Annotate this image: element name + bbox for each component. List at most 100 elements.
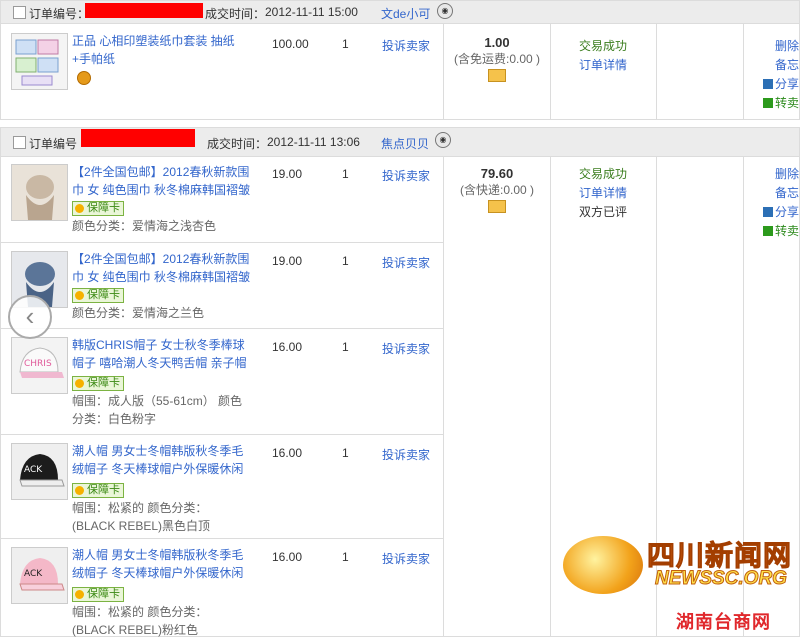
complain-seller-link[interactable]: 投诉卖家	[382, 340, 430, 357]
tissue-pack-image	[15, 39, 59, 86]
share-link[interactable]: 分享	[743, 203, 799, 222]
order-header: 订单编号： 成交时间： 2012-11-11 15:00 文de小可 ◉	[1, 1, 799, 24]
deal-time-label: 成交时间：	[205, 7, 266, 21]
cap-image: CHRIS	[12, 338, 67, 393]
complain-seller-link[interactable]: 投诉卖家	[382, 37, 430, 54]
delete-link[interactable]: 删除	[743, 37, 799, 56]
order-item: 正品 心相印塑装纸巾套装 抽纸+手帕纸 100.00 1 投诉卖家	[1, 23, 443, 120]
complain-seller-link[interactable]: 投诉卖家	[382, 550, 430, 567]
quantity: 1	[342, 340, 349, 354]
product-thumbnail[interactable]	[11, 164, 68, 221]
divider	[550, 23, 551, 119]
status-success: 交易成功	[579, 167, 628, 181]
remark-link[interactable]: 备忘	[743, 184, 799, 203]
order-item: 【2件全国包邮】2012春秋新款围巾 女 纯色围巾 秋冬棉麻韩国褶皱 保障卡 颜…	[1, 243, 443, 329]
unit-price: 16.00	[272, 446, 303, 460]
unit-price: 19.00	[272, 167, 303, 181]
unit-price: 100.00	[272, 37, 309, 51]
order-item: ACK 潮人帽 男女士冬帽韩版秋冬季毛绒帽子 冬天棒球帽户外保暖休闲 保障卡 帽…	[1, 435, 443, 539]
divider	[443, 156, 444, 636]
product-title[interactable]: 潮人帽 男女士冬帽韩版秋冬季毛绒帽子 冬天棒球帽户外保暖休闲	[72, 442, 252, 478]
sku-attribute: 帽围：成人版（55-61cm） 颜色分类：白色粉字	[72, 394, 243, 426]
secondary-watermark: 湖南台商网	[676, 612, 771, 632]
order-detail-link[interactable]: 订单详情	[579, 56, 627, 75]
order-header: 订单编号 成交时间： 2012-11-11 13:06 焦点贝贝 ◉	[1, 128, 799, 157]
scarf-image	[12, 165, 67, 220]
deal-time: 2012-11-11 15:00	[265, 5, 358, 19]
chat-icon[interactable]: ◉	[435, 132, 451, 148]
guarantee-badge[interactable]: 保障卡	[72, 483, 124, 498]
divider	[656, 23, 657, 119]
order-checkbox[interactable]	[13, 6, 26, 19]
redacted-order-number	[81, 129, 195, 147]
guarantee-badge[interactable]: 保障卡	[72, 376, 124, 391]
product-title[interactable]: 【2件全国包邮】2012春秋新款围巾 女 纯色围巾 秋冬棉麻韩国褶皱	[72, 163, 252, 199]
guarantee-badge-row: 保障卡	[72, 482, 124, 498]
resell-link[interactable]: 转卖	[743, 222, 799, 241]
share-link[interactable]: 分享	[743, 75, 799, 94]
deal-time: 2012-11-11 13:06	[267, 135, 360, 149]
complain-seller-link[interactable]: 投诉卖家	[382, 254, 430, 271]
order-item: 【2件全国包邮】2012春秋新款围巾 女 纯色围巾 秋冬棉麻韩国褶皱 保障卡 颜…	[1, 156, 443, 243]
quantity: 1	[342, 37, 349, 51]
unit-price: 16.00	[272, 550, 303, 564]
guarantee-badge-row: 保障卡	[72, 375, 124, 391]
newssc-watermark: 四川新闻网 NEWSSC.ORG	[563, 530, 800, 600]
product-thumbnail[interactable]: ACK	[11, 443, 68, 500]
guarantee-badge[interactable]: 保障卡	[72, 201, 124, 216]
order-checkbox[interactable]	[13, 136, 26, 149]
svg-text:ACK: ACK	[24, 465, 43, 475]
shipping-note: (含免运费:0.00 )	[453, 52, 541, 66]
payment-icon	[488, 69, 506, 82]
order-operations: 删除 备忘 分享 转卖	[743, 37, 799, 113]
delete-link[interactable]: 删除	[743, 165, 799, 184]
trade-status: 交易成功 订单详情 双方已评	[579, 165, 627, 222]
rating-status: 双方已评	[579, 205, 628, 219]
svg-text:ACK: ACK	[24, 569, 43, 579]
sku-attribute: 颜色分类：爱情海之兰色	[72, 306, 205, 320]
guarantee-badge-row: 保障卡	[72, 287, 124, 303]
complain-seller-link[interactable]: 投诉卖家	[382, 446, 430, 463]
quantity: 1	[342, 167, 349, 181]
quantity: 1	[342, 254, 349, 268]
product-title[interactable]: 韩版CHRIS帽子 女士秋冬季棒球帽子 嘻哈潮人冬天鸭舌帽 亲子帽	[72, 336, 252, 372]
product-thumbnail[interactable]	[11, 33, 68, 90]
guarantee-badge[interactable]: 保障卡	[72, 288, 124, 303]
previous-arrow-icon[interactable]: ‹	[8, 295, 52, 339]
order-1: 订单编号： 成交时间： 2012-11-11 15:00 文de小可 ◉ 正品 …	[0, 0, 800, 120]
product-thumbnail[interactable]: CHRIS	[11, 337, 68, 394]
order-operations: 删除 备忘 分享 转卖	[743, 165, 799, 241]
guarantee-badge-row: 保障卡	[72, 200, 124, 216]
unit-price: 16.00	[272, 340, 303, 354]
newssc-logo	[563, 536, 643, 594]
guarantee-badge[interactable]: 保障卡	[72, 587, 124, 602]
watermark-en-text: NEWSSC.ORG	[655, 568, 788, 590]
svg-text:CHRIS: CHRIS	[24, 359, 52, 369]
deal-time-label: 成交时间：	[207, 137, 268, 151]
resell-link[interactable]: 转卖	[743, 94, 799, 113]
order-item: ACK 潮人帽 男女士冬帽韩版秋冬季毛绒帽子 冬天棒球帽户外保暖休闲 保障卡 帽…	[1, 539, 443, 639]
chat-icon[interactable]: ◉	[437, 3, 453, 19]
seller-link[interactable]: 焦点贝贝	[381, 135, 429, 152]
product-thumbnail[interactable]: ACK	[11, 547, 68, 604]
remark-link[interactable]: 备忘	[743, 56, 799, 75]
guarantee-badge-row: 保障卡	[72, 586, 124, 602]
payment-icon	[488, 200, 506, 213]
order-total: 1.00 (含免运费:0.00 )	[444, 35, 550, 85]
product-title[interactable]: 【2件全国包邮】2012春秋新款围巾 女 纯色围巾 秋冬棉麻韩国褶皱	[72, 250, 252, 286]
complain-seller-link[interactable]: 投诉卖家	[382, 167, 430, 184]
product-title[interactable]: 正品 心相印塑装纸巾套装 抽纸+手帕纸	[72, 32, 237, 68]
seller-link[interactable]: 文de小可	[381, 5, 430, 22]
order-detail-link[interactable]: 订单详情	[579, 184, 627, 203]
quantity: 1	[342, 550, 349, 564]
order-total: 79.60 (含快递:0.00 )	[444, 166, 550, 216]
redacted-order-number	[85, 3, 203, 18]
sku-attribute: 帽围：松紧的 颜色分类：(BLACK REBEL)黑色白顶	[72, 501, 211, 533]
cap-image: ACK	[12, 444, 67, 499]
shipping-note: (含快递:0.00 )	[459, 183, 535, 197]
product-title[interactable]: 潮人帽 男女士冬帽韩版秋冬季毛绒帽子 冬天棒球帽户外保暖休闲	[72, 546, 252, 582]
sku-attribute: 颜色分类：爱情海之浅杏色	[72, 219, 217, 233]
order-number-label: 订单编号	[29, 137, 78, 151]
total-amount: 79.60	[480, 166, 514, 181]
medal-icon	[77, 71, 91, 85]
